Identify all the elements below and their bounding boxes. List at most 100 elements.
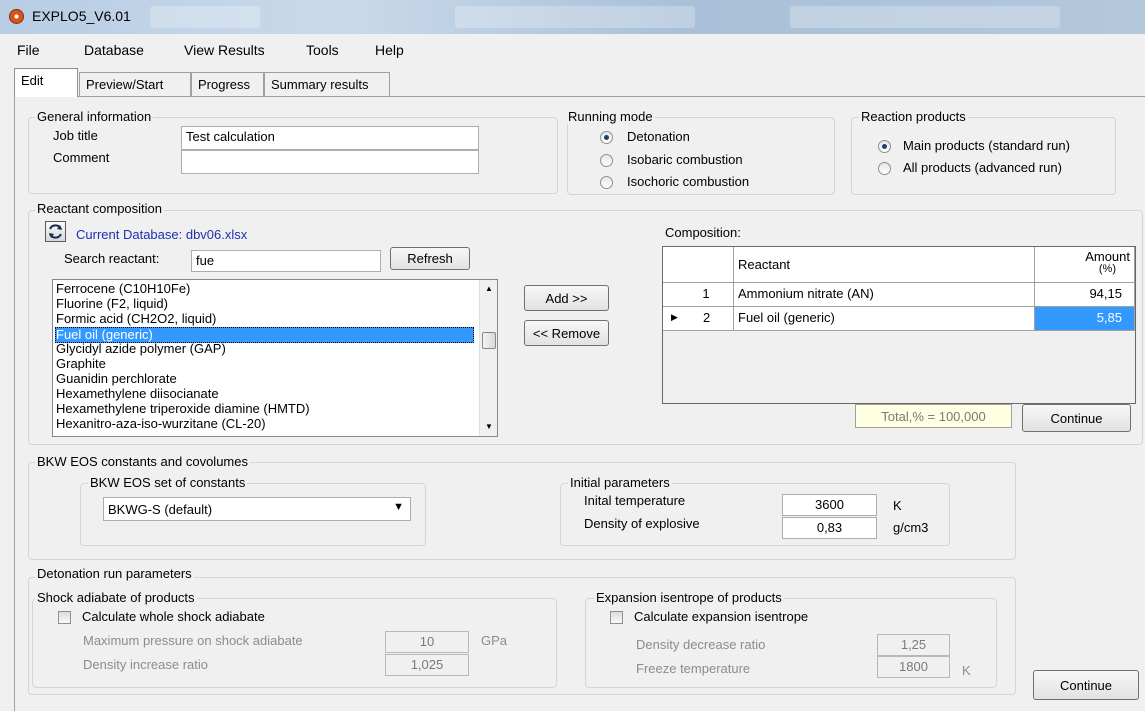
reload-database-button[interactable] [45,221,66,242]
expansion-isentrope-title: Expansion isentrope of products [594,590,784,605]
tab-edit[interactable]: Edit [14,68,78,97]
detonation-run-title: Detonation run parameters [35,566,194,581]
density-increase-input[interactable]: 1,025 [385,654,469,676]
window-title: EXPLO5_V6.01 [32,8,131,24]
density-label: Density of explosive [584,516,700,531]
reaction-products-title: Reaction products [859,109,968,124]
add-button[interactable]: Add >> [524,285,609,311]
density-input[interactable]: 0,83 [782,517,877,539]
composition-continue-button[interactable]: Continue [1022,404,1131,432]
job-title-input[interactable]: Test calculation [181,126,479,150]
density-decrease-label: Density decrease ratio [636,637,766,652]
reaction-products-group [851,117,1116,195]
menu-file[interactable]: File [17,42,40,58]
grid-cell-reactant[interactable]: Fuel oil (generic) [734,307,1035,331]
freeze-temperature-input[interactable]: 1800 [877,656,950,678]
tab-progress[interactable]: Progress [191,72,264,96]
scroll-down-icon[interactable]: ▼ [485,422,493,431]
density-increase-label: Density increase ratio [83,657,208,672]
max-pressure-unit: GPa [481,633,508,648]
bkw-set-value: BKWG-S (default) [108,502,213,517]
grid-header-reactant: Reactant [734,247,1035,283]
job-title-label: Job title [53,128,98,143]
radio-isobaric-label: Isobaric combustion [627,152,743,167]
grid-header-amount: Amount (%) [1035,247,1135,283]
composition-label: Composition: [665,225,741,240]
calculate-shock-label: Calculate whole shock adiabate [82,609,265,624]
temperature-unit: K [893,498,902,513]
max-pressure-input[interactable]: 10 [385,631,469,653]
radio-main-products[interactable] [878,140,891,153]
running-mode-title: Running mode [566,109,655,124]
tab-preview-start[interactable]: Preview/Start [79,72,191,96]
search-reactant-input[interactable]: fue [191,250,381,272]
refresh-button[interactable]: Refresh [390,247,470,270]
density-decrease-input[interactable]: 1,25 [877,634,950,656]
comment-input[interactable] [181,150,479,174]
total-percent-display: Total,% = 100,000 [855,404,1012,428]
initial-parameters-title: Initial parameters [568,475,672,490]
refresh-icon [49,224,62,239]
initial-temperature-input[interactable]: 3600 [782,494,877,516]
menu-database[interactable]: Database [84,42,144,58]
list-item[interactable]: Graphite [56,357,106,371]
radio-all-products-label: All products (advanced run) [903,160,1062,175]
density-unit: g/cm3 [893,520,929,535]
grid-header-amount-unit: (%) [1098,263,1116,275]
list-item[interactable]: Guanidin perchlorate [56,372,177,386]
current-row-arrow-icon: ▶ [671,312,678,322]
radio-isochoric[interactable] [600,176,613,189]
menu-tools[interactable]: Tools [306,42,339,58]
grid-row-number: 1 [663,283,734,307]
general-information-title: General information [35,109,154,124]
calculate-expansion-checkbox[interactable] [610,611,623,624]
menu-view-results[interactable]: View Results [184,42,265,58]
tab-summary-results[interactable]: Summary results [264,72,390,96]
radio-main-products-label: Main products (standard run) [903,138,1070,153]
freeze-temperature-unit: K [962,663,971,678]
calculate-shock-checkbox[interactable] [58,611,71,624]
composition-grid[interactable]: Reactant Amount (%) 1 Ammonium nitrate (… [662,246,1136,404]
radio-detonation[interactable] [600,131,613,144]
radio-all-products[interactable] [878,162,891,175]
bkw-set-dropdown[interactable]: BKWG-S (default) ▼ [103,497,411,521]
app-icon [9,9,24,24]
calculate-expansion-label: Calculate expansion isentrope [634,609,809,624]
listbox-scrollbar[interactable]: ▲ ▼ [479,280,497,436]
scroll-thumb[interactable] [482,332,496,349]
grid-header-amount-label: Amount [1085,249,1130,264]
comment-label: Comment [53,150,110,165]
detonation-continue-button[interactable]: Continue [1033,670,1139,700]
max-pressure-label: Maximum pressure on shock adiabate [83,633,303,648]
freeze-temperature-label: Freeze temperature [636,661,751,676]
remove-button[interactable]: << Remove [524,320,609,346]
current-database-label: Current Database: dbv06.xlsx [76,227,248,242]
grid-cell-amount[interactable]: 94,15 [1035,283,1135,307]
list-item[interactable]: Hexanitro-aza-iso-wurzitane (CL-20) [56,417,266,431]
title-bar-background [150,6,260,28]
list-item[interactable]: Fluorine (F2, liquid) [56,297,168,311]
radio-detonation-label: Detonation [627,129,690,144]
menu-help[interactable]: Help [375,42,404,58]
grid-cell-amount-selected[interactable]: 5,85 [1035,307,1135,331]
shock-adiabate-title: Shock adiabate of products [35,590,197,605]
list-item[interactable]: Glycidyl azide polymer (GAP) [56,342,226,356]
bkw-set-title: BKW EOS set of constants [88,475,248,490]
initial-temperature-label: Inital temperature [584,493,686,508]
search-reactant-label: Search reactant: [64,251,160,266]
title-bar-background [455,6,695,28]
list-item[interactable]: Hexamethylene triperoxide diamine (HMTD) [56,402,310,416]
list-item[interactable]: Ferrocene (C10H10Fe) [56,282,190,296]
radio-isochoric-label: Isochoric combustion [627,174,750,189]
title-bar-background [790,6,1060,28]
radio-isobaric[interactable] [600,154,613,167]
list-item[interactable]: Formic acid (CH2O2, liquid) [56,312,216,326]
grid-cell-reactant[interactable]: Ammonium nitrate (AN) [734,283,1035,307]
reactant-listbox[interactable]: Ferrocene (C10H10Fe) Fluorine (F2, liqui… [52,279,498,437]
list-item[interactable]: Hexamethylene diisocianate [56,387,219,401]
chevron-down-icon[interactable]: ▼ [393,501,404,513]
scroll-up-icon[interactable]: ▲ [485,284,493,293]
grid-row-number: 2 [703,310,711,325]
menu-bar [0,34,1145,64]
grid-row-header-current: ▶ 2 [663,307,734,331]
